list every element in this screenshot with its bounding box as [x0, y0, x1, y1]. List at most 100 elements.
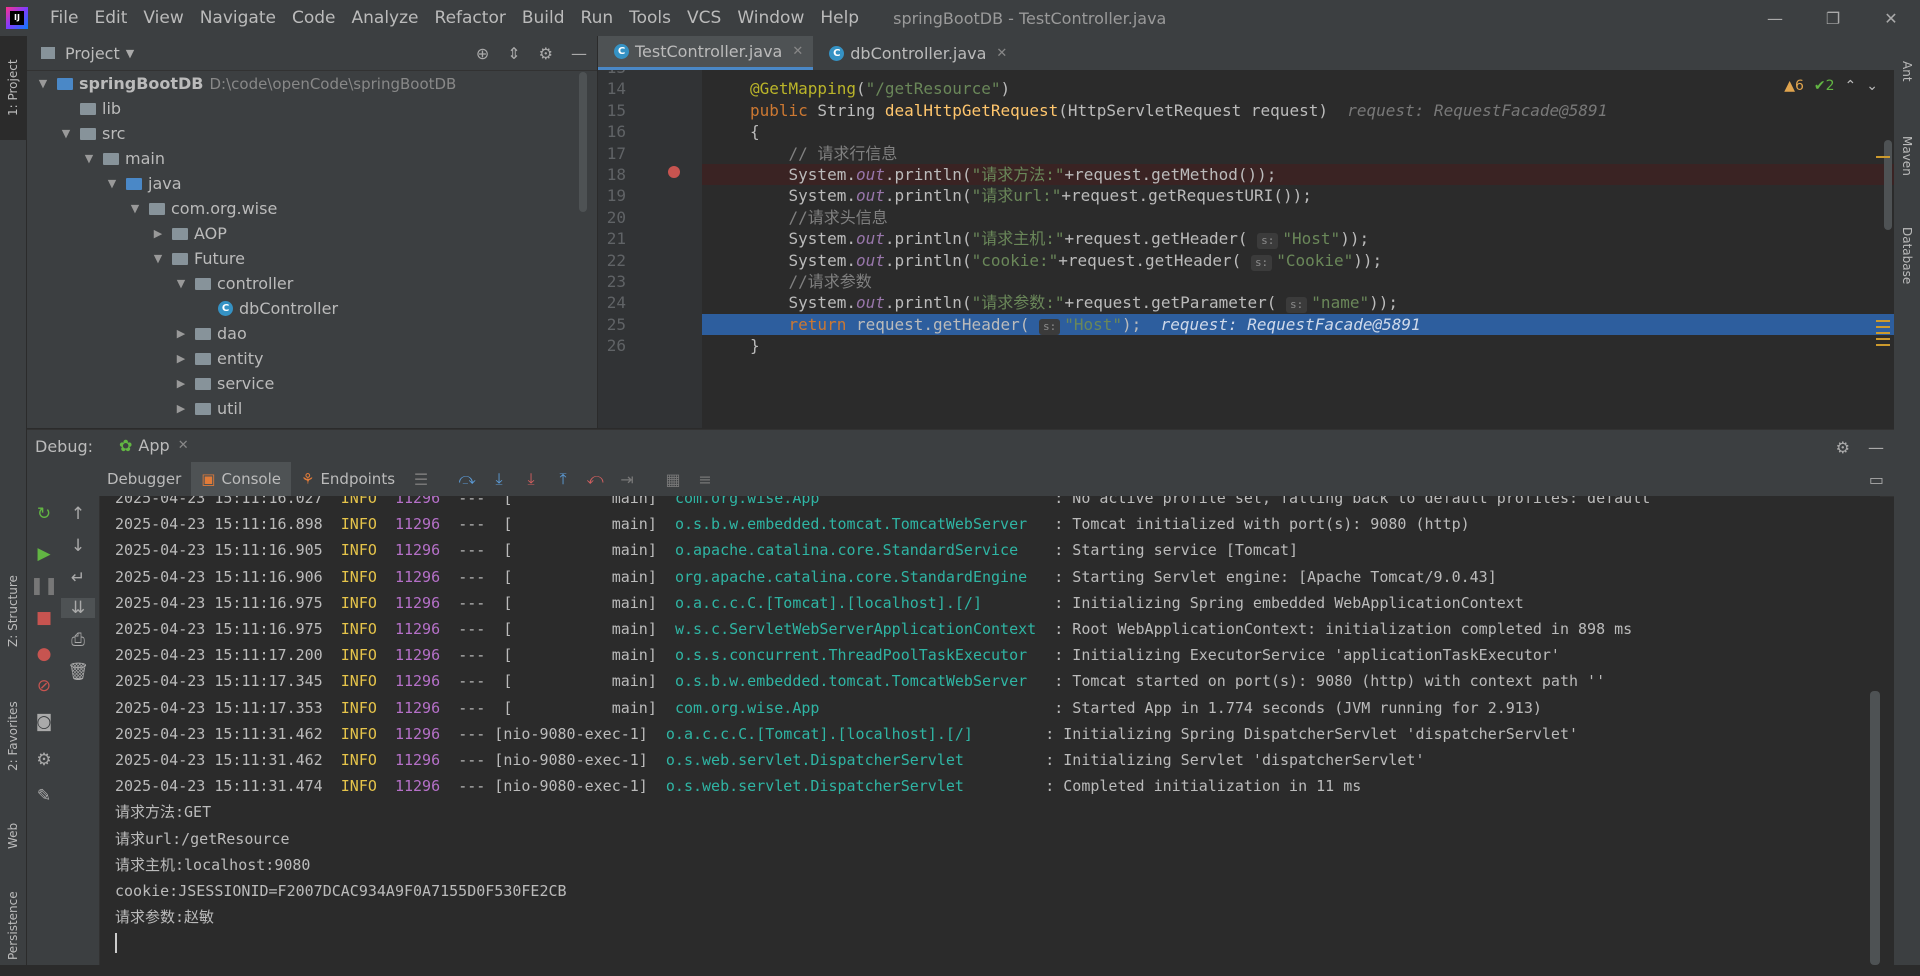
- close-button[interactable]: ✕: [1862, 0, 1920, 36]
- project-scrollbar[interactable]: [579, 72, 587, 212]
- debug-session-tab[interactable]: ✿ App ✕: [113, 429, 195, 465]
- locate-icon[interactable]: ⊕: [476, 44, 489, 63]
- warning-marker[interactable]: [1876, 344, 1890, 346]
- chevron-right-icon[interactable]: ▶: [173, 352, 189, 365]
- tree-item[interactable]: ▶ dao: [27, 321, 597, 346]
- code-editor[interactable]: 1314 @GetMapping("/getResource") 15 public …: [598, 70, 1894, 428]
- mute-breakpoints-icon[interactable]: ⊘: [27, 676, 61, 696]
- force-step-into-icon[interactable]: ⤓: [515, 469, 547, 489]
- chevron-right-icon[interactable]: ▶: [173, 402, 189, 415]
- check-count[interactable]: ✔2: [1814, 78, 1835, 94]
- run-to-cursor-icon[interactable]: ⇥: [611, 470, 643, 489]
- tree-item[interactable]: ▼ com.org.wise: [27, 196, 597, 221]
- chevron-right-icon[interactable]: ▶: [173, 377, 189, 390]
- print-icon[interactable]: ⎙: [61, 630, 95, 650]
- code-line[interactable]: 18 System.out.println("请求方法:"+request.ge…: [607, 164, 1894, 186]
- menu-vcs[interactable]: VCS: [679, 0, 729, 36]
- console-output[interactable]: 2025-04-23 15:11:16.027 INFO 11296 --- […: [100, 496, 1880, 965]
- chevron-down-icon[interactable]: ▼: [58, 127, 74, 140]
- rerun-icon[interactable]: ↻: [27, 504, 61, 524]
- warning-marker[interactable]: [1876, 320, 1890, 322]
- chevron-down-icon[interactable]: ▼: [35, 77, 51, 90]
- code-line[interactable]: 26}: [598, 335, 1894, 356]
- code-line[interactable]: 15 public String dealHttpGetRequest(HttpS…: [598, 100, 1894, 121]
- hide-icon[interactable]: —: [571, 44, 587, 63]
- code-line[interactable]: 22 System.out.println("cookie:"+request.…: [598, 250, 1894, 271]
- tree-item[interactable]: CdbController: [27, 296, 597, 321]
- tool-tab-ant[interactable]: Ant: [1894, 46, 1920, 96]
- debug-tab-endpoints[interactable]: ⚘ Endpoints: [291, 462, 405, 496]
- resume-icon[interactable]: ▶: [27, 544, 61, 564]
- close-icon[interactable]: ✕: [792, 44, 803, 59]
- menu-edit[interactable]: Edit: [86, 0, 135, 36]
- tree-item[interactable]: ▼ src: [27, 121, 597, 146]
- tree-item[interactable]: ▶ service: [27, 371, 597, 396]
- debug-tab-debugger[interactable]: Debugger: [97, 462, 191, 496]
- editor-tab[interactable]: C TestController.java ✕: [598, 36, 814, 70]
- code-line[interactable]: 13: [598, 70, 1894, 78]
- menu-run[interactable]: Run: [573, 0, 622, 36]
- tree-item[interactable]: ▶ AOP: [27, 221, 597, 246]
- scroll-to-end-icon[interactable]: ⇊: [61, 598, 95, 618]
- chevron-right-icon[interactable]: ▶: [173, 327, 189, 340]
- pin-icon[interactable]: ✎: [27, 786, 61, 806]
- threads-icon[interactable]: ☰: [405, 470, 437, 489]
- chevron-down-icon[interactable]: ▼: [104, 177, 120, 190]
- code-line[interactable]: 21 System.out.println("请求主机:"+request.ge…: [598, 228, 1894, 250]
- editor-tab[interactable]: CdbController.java ✕: [813, 36, 1017, 70]
- layout-settings-icon[interactable]: ▭: [1869, 470, 1884, 489]
- project-title[interactable]: Project: [65, 44, 120, 63]
- chevron-down-icon[interactable]: ▼: [173, 277, 189, 290]
- tree-item[interactable]: ▼ Future: [27, 246, 597, 271]
- tree-item[interactable]: ▶ util: [27, 396, 597, 421]
- code-line[interactable]: 17 // 请求行信息: [598, 143, 1894, 164]
- tree-item[interactable]: ▶ entity: [27, 346, 597, 371]
- camera-icon[interactable]: ◙: [27, 712, 61, 732]
- code-line[interactable]: 19 System.out.println("请求url:"+request.g…: [598, 185, 1894, 206]
- code-line[interactable]: 25 return request.getHeader( s: "Host"); …: [607, 313, 1894, 336]
- warning-marker[interactable]: [1876, 332, 1890, 334]
- chevron-down-icon[interactable]: ▼: [126, 47, 134, 60]
- trace-stream-icon[interactable]: ≡: [689, 470, 721, 489]
- tree-item[interactable]: lib: [27, 96, 597, 121]
- collapse-all-icon[interactable]: ⇕: [507, 44, 520, 63]
- view-breakpoints-icon[interactable]: ●: [27, 644, 61, 664]
- arrow-down-icon[interactable]: ↓: [61, 536, 95, 556]
- maximize-button[interactable]: ❐: [1804, 0, 1862, 36]
- menu-navigate[interactable]: Navigate: [192, 0, 284, 36]
- tree-item[interactable]: ▼ controller: [27, 271, 597, 296]
- soft-wrap-icon[interactable]: ↵: [61, 568, 95, 588]
- hide-icon[interactable]: —: [1868, 438, 1884, 457]
- warning-marker[interactable]: [1876, 326, 1890, 328]
- drop-frame-icon[interactable]: ⤺: [579, 469, 611, 489]
- menu-help[interactable]: Help: [812, 0, 867, 36]
- tool-tab-maven[interactable]: Maven: [1894, 116, 1920, 196]
- tool-tab-database[interactable]: Database: [1894, 206, 1920, 306]
- menu-tools[interactable]: Tools: [621, 0, 679, 36]
- warning-count[interactable]: ▲6: [1784, 78, 1804, 94]
- step-into-icon[interactable]: ⤓: [483, 469, 515, 489]
- step-over-icon[interactable]: ⤼: [451, 469, 483, 489]
- tool-tab-project[interactable]: 1: Project: [0, 36, 26, 140]
- trash-icon[interactable]: 🗑: [61, 662, 95, 682]
- gear-icon[interactable]: ⚙: [27, 750, 61, 770]
- menu-file[interactable]: File: [42, 0, 86, 36]
- pause-icon[interactable]: ❚❚: [27, 576, 61, 596]
- inspection-status[interactable]: ▲6 ✔2 ⌃ ⌄: [1784, 78, 1878, 94]
- tree-item[interactable]: ▼ springBootDB D:\code\openCode\springBoot…: [27, 71, 597, 96]
- gear-icon[interactable]: ⚙: [1836, 438, 1850, 457]
- menu-window[interactable]: Window: [729, 0, 812, 36]
- chevron-right-icon[interactable]: ▶: [150, 227, 166, 240]
- evaluate-expression-icon[interactable]: ▦: [657, 470, 689, 489]
- tool-tab-web[interactable]: Web: [0, 806, 26, 866]
- menu-build[interactable]: Build: [514, 0, 573, 36]
- arrow-up-icon[interactable]: ↑: [61, 504, 95, 524]
- code-line[interactable]: 14 @GetMapping("/getResource"): [598, 78, 1894, 99]
- chevron-up-icon[interactable]: ⌃: [1845, 78, 1857, 94]
- tool-tab-favorites[interactable]: 2: Favorites: [0, 676, 26, 796]
- gear-icon[interactable]: ⚙: [539, 44, 553, 63]
- menu-code[interactable]: Code: [284, 0, 344, 36]
- minimize-button[interactable]: —: [1746, 0, 1804, 36]
- menu-view[interactable]: View: [135, 0, 191, 36]
- tool-tab-structure[interactable]: Z: Structure: [0, 556, 26, 666]
